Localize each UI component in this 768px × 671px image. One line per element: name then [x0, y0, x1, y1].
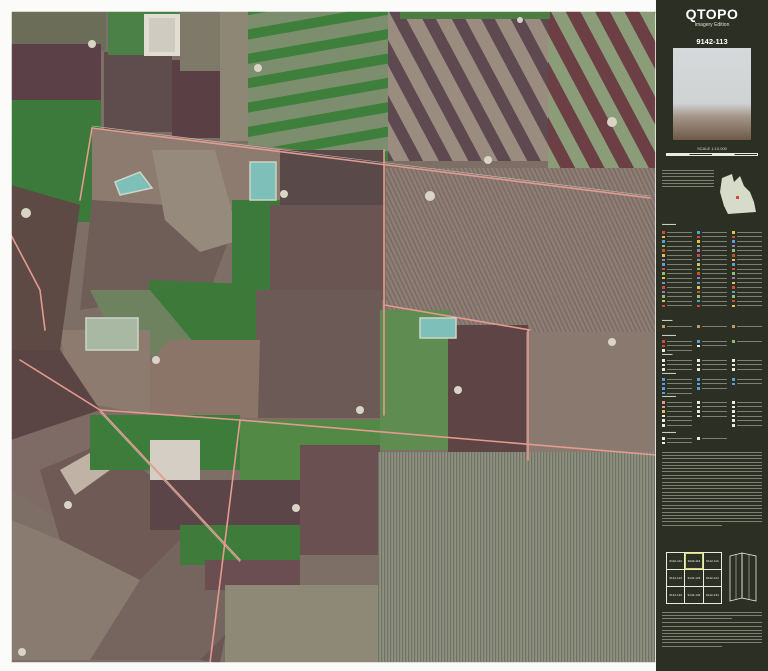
- fold-diagram-icon: [729, 552, 757, 602]
- footer-text: [662, 612, 762, 650]
- imagery-map-frame[interactable]: [0, 0, 656, 671]
- scale-label: SCALE 1:10,000: [697, 146, 727, 151]
- index-cell-9142-122: 9142-122: [667, 570, 685, 586]
- projection-notes: [662, 170, 714, 189]
- index-cell-9142-124: 9142-124: [703, 570, 721, 586]
- legend-features: [662, 230, 762, 308]
- edition-label: Imagery Edition: [694, 22, 730, 28]
- legend-heading-relief: ▬▬▬: [662, 318, 673, 322]
- index-map-grid: 9142-112 9142-113 9142-114 9142-122 9142-123…: [666, 552, 722, 604]
- legend-relief: [662, 324, 762, 329]
- disclaimer-text-block: [662, 452, 762, 528]
- index-cell-9142-114: 9142-114: [703, 553, 721, 569]
- legend-heading-hydrography: ▬▬▬▬: [662, 371, 676, 375]
- legend-heading-boundaries: ▬▬▬▬: [662, 333, 676, 337]
- dam-southwest: [85, 317, 139, 351]
- legend-heading-features: ▬▬▬▬: [662, 222, 676, 226]
- index-cell-9142-132: 9142-132: [667, 587, 685, 603]
- legend-heading-transport: ▬▬▬▬: [662, 394, 676, 398]
- brand-title: QTOPO: [685, 6, 739, 22]
- legend-transport: [662, 400, 762, 428]
- sheet-number: 9142-113: [696, 37, 728, 46]
- index-cell-9142-123: 9142-123: [685, 570, 703, 586]
- index-cell-9142-134: 9142-134: [703, 587, 721, 603]
- satellite-map: [10, 10, 656, 664]
- legend-hydrography: [662, 377, 762, 395]
- index-cell-9142-113: 9142-113: [685, 553, 703, 569]
- map-info-panel: QTOPO Imagery Edition 9142-113 SCALE 1:1…: [656, 0, 768, 671]
- scale-bar: [666, 153, 758, 156]
- dam-east: [419, 317, 457, 339]
- legend-infrastructure: [662, 436, 762, 445]
- legend-heading-infrastructure: ▬▬▬▬: [662, 430, 676, 434]
- index-cell-9142-112: 9142-112: [667, 553, 685, 569]
- queensland-outline-icon: [720, 174, 756, 214]
- legend-boundaries: [662, 339, 762, 353]
- legend-land-use: [662, 358, 762, 372]
- photo-thumbnail: [673, 48, 751, 140]
- legend-heading-land-use: ▬▬▬: [662, 352, 673, 356]
- dam-north: [249, 161, 277, 201]
- index-cell-9142-133: 9142-133: [685, 587, 703, 603]
